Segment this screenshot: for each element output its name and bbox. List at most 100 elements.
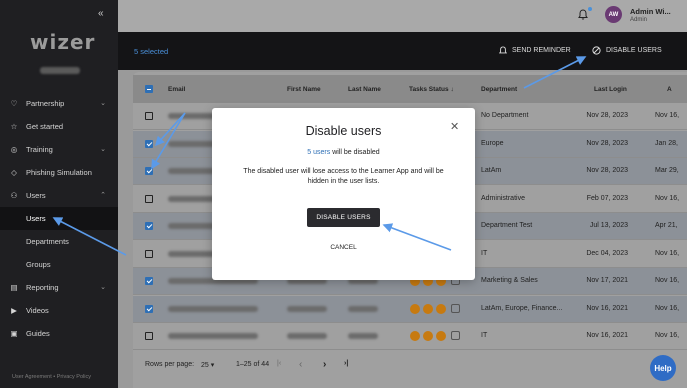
added-cell: Nov 16, (655, 304, 680, 312)
confirm-disable-users-button[interactable]: DISABLE USERS (307, 208, 380, 227)
column-last-name[interactable]: Last Name (348, 86, 381, 93)
table-row[interactable]: LatAm, Europe, Finance... Nov 16, 2021 Nov… (133, 295, 687, 323)
help-button[interactable]: Help (650, 355, 676, 381)
last-page-icon[interactable]: ›| (344, 360, 348, 367)
count-suffix: will be disabled (330, 149, 380, 156)
last-login-cell: Feb 07, 2023 (586, 194, 628, 202)
task-status-icons (410, 303, 460, 314)
row-checkbox[interactable] (145, 112, 153, 120)
sidebar-nav: ♡ Partnership ⌄ ☆ Get started ◎ Training ⌄ ◇ Phis… (0, 92, 118, 345)
training-icon: ◎ (10, 145, 18, 154)
column-last-login[interactable]: Last Login (594, 86, 627, 93)
selection-action-bar: 5 selected SEND REMINDER DISABLE USERS (118, 32, 687, 70)
organization-name-blurred (40, 67, 80, 74)
rows-per-page-value: 25 (201, 362, 209, 369)
avatar[interactable]: AW (605, 6, 622, 23)
row-checkbox[interactable] (145, 139, 153, 148)
column-department[interactable]: Department (481, 86, 517, 93)
sidebar-item-guides[interactable]: ▣ Guides (0, 322, 118, 345)
last-login-cell: Nov 28, 2023 (586, 139, 628, 147)
handshake-icon: ♡ (10, 99, 18, 108)
department-cell: IT (481, 249, 488, 257)
rows-per-page-select[interactable]: 25 ▾ (201, 361, 214, 369)
next-page-icon[interactable]: › (323, 359, 326, 370)
video-icon: ▶ (11, 306, 17, 315)
close-icon[interactable]: ✕ (450, 120, 459, 133)
sidebar-item-videos[interactable]: ▶ Videos (0, 299, 118, 322)
chevron-icon[interactable]: ⌄ (100, 145, 106, 153)
sidebar-item-phishing-simulation[interactable]: ◇ Phishing Simulation (0, 161, 118, 184)
sidebar-item-label: Departments (26, 237, 69, 246)
department-cell: LatAm, Europe, Finance... (481, 304, 563, 312)
column-tasks-status[interactable]: Tasks Status ↓ (409, 86, 454, 93)
sidebar-item-training[interactable]: ◎ Training ⌄ (0, 138, 118, 161)
row-checkbox[interactable] (145, 167, 153, 175)
sidebar-item-reporting[interactable]: ▤ Reporting ⌄ (0, 276, 118, 299)
disable-users-action-button[interactable]: DISABLE USERS (592, 46, 662, 55)
sidebar-footer-links[interactable]: User Agreement • Privacy Policy (12, 374, 91, 380)
row-checkbox[interactable] (145, 332, 153, 340)
department-cell: No Department (481, 112, 529, 119)
sidebar-item-label: Groups (26, 260, 51, 269)
row-checkbox[interactable] (145, 222, 153, 230)
users-count-link[interactable]: 5 users (307, 149, 330, 156)
table-header: Email First Name Last Name Tasks Status … (133, 75, 687, 103)
sidebar-item-users-sub[interactable]: Users (0, 207, 118, 230)
bell-icon (499, 46, 507, 54)
table-row[interactable]: IT Nov 16, 2021 Nov 16, (133, 323, 687, 350)
calendar-icon (451, 303, 460, 313)
select-all-checkbox[interactable] (145, 85, 153, 93)
admin-name[interactable]: Admin Wi... (630, 7, 671, 16)
sidebar-item-get-started[interactable]: ☆ Get started (0, 115, 118, 138)
disable-icon (592, 46, 601, 55)
sort-arrow-down-icon[interactable]: ↓ (450, 86, 453, 93)
chevron-icon[interactable]: ⌄ (100, 283, 106, 291)
previous-page-icon[interactable]: ‹ (299, 359, 302, 370)
admin-role: Admin (630, 17, 648, 23)
rows-per-page-label: Rows per page: (145, 361, 195, 368)
send-reminder-label: SEND REMINDER (512, 47, 571, 54)
sidebar-item-label: Partnership (26, 99, 65, 108)
sidebar-item-label: Training (26, 145, 53, 154)
added-cell: Nov 16, (655, 332, 680, 339)
chevron-icon[interactable]: ⌄ (100, 99, 106, 107)
added-cell: Nov 16, (655, 112, 680, 119)
task-badge-icon (423, 303, 433, 314)
notification-bell-icon[interactable] (578, 9, 588, 20)
dialog-description: The disabled user will lose access to th… (243, 168, 444, 185)
row-checkbox[interactable] (145, 277, 153, 285)
send-reminder-button[interactable]: SEND REMINDER (499, 46, 571, 55)
added-cell: Nov 16, (655, 249, 680, 257)
sidebar-item-groups-sub[interactable]: Groups (0, 253, 118, 276)
row-checkbox[interactable] (145, 249, 153, 258)
sidebar-item-partnership[interactable]: ♡ Partnership ⌄ (0, 92, 118, 115)
chevron-icon[interactable]: ⌃ (100, 191, 106, 199)
row-checkbox[interactable] (145, 194, 153, 203)
added-cell: Nov 16, (655, 277, 680, 284)
tasks-status-label: Tasks Status (409, 86, 449, 93)
last-login-cell: Nov 16, 2021 (586, 304, 628, 312)
column-first-name[interactable]: First Name (287, 86, 321, 93)
reporting-icon: ▤ (10, 283, 18, 292)
column-email[interactable]: Email (168, 86, 185, 93)
column-added[interactable]: A (667, 86, 672, 93)
sidebar-item-label: Videos (26, 306, 49, 315)
top-header: AW Admin Wi... Admin (118, 0, 687, 32)
added-cell: Nov 16, (655, 194, 680, 202)
first-page-icon[interactable]: |‹ (277, 360, 281, 367)
page-range: 1–25 of 44 (236, 361, 270, 368)
star-icon: ☆ (10, 122, 18, 131)
department-cell: Europe (481, 139, 504, 147)
dialog-count: 5 users will be disabled (212, 149, 475, 156)
sidebar-item-departments-sub[interactable]: Departments (0, 230, 118, 253)
added-cell: Mar 29, (655, 167, 679, 174)
pagination: Rows per page: 25 ▾ 1–25 of 44 |‹ ‹ › ›| (133, 352, 687, 380)
sidebar-item-users[interactable]: ⚇ Users ⌃ (0, 184, 118, 207)
task-status-icons (410, 331, 460, 341)
sidebar-item-label: Guides (26, 329, 50, 338)
cancel-button[interactable]: CANCEL (212, 244, 475, 251)
collapse-sidebar-icon[interactable]: « (98, 8, 104, 19)
row-checkbox[interactable] (145, 304, 153, 313)
sidebar-item-label: Users (26, 191, 46, 200)
department-cell: Department Test (481, 222, 533, 229)
